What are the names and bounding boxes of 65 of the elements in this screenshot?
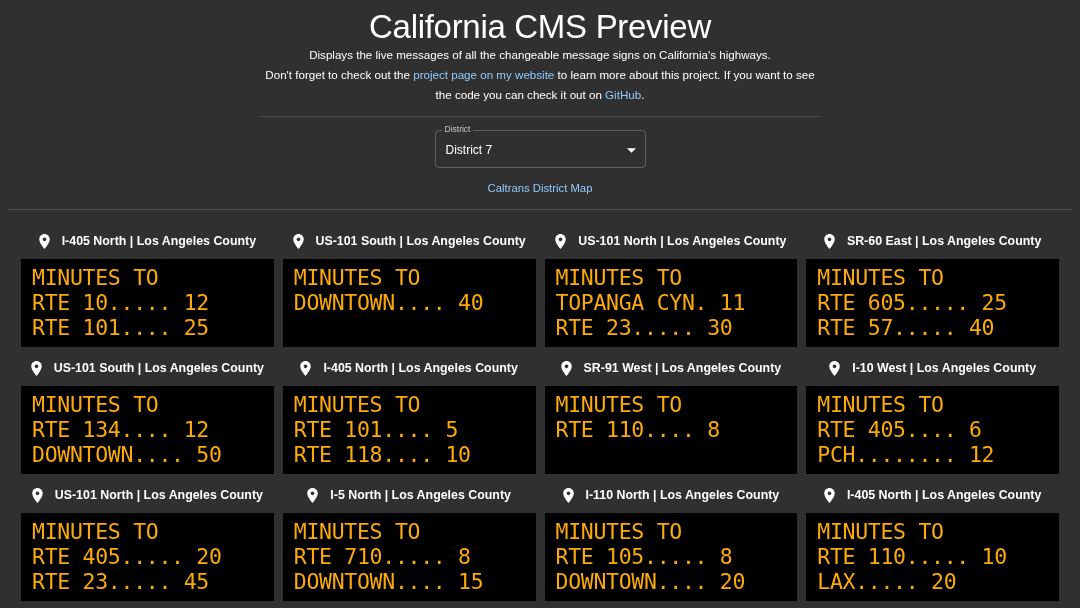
sign-location: I-405 North | Los Angeles County (846, 488, 1042, 502)
location-pin-icon (38, 233, 50, 249)
location-pin-icon (555, 233, 567, 249)
sign-text-line: RTE 57..... 40 (817, 315, 995, 340)
sign-location: I-405 North | Los Angeles County (323, 361, 518, 375)
sign-text-line: RTE 134.... 12 (32, 417, 210, 442)
description-text: Displays the live messages of all the changeable message signs on California's highways. (309, 47, 771, 63)
sign-text-line: RTE 118.... 10 (293, 442, 471, 467)
sign-location: I-10 West | Los Angeles County (852, 361, 1037, 375)
sign-text-line: RTE 110..... 10 (817, 544, 1007, 569)
sign-text-line: DOWNTOWN.... 40 (293, 290, 484, 315)
location-pin-icon (829, 360, 841, 376)
sign-text-line: PCH........ 12 (817, 442, 995, 467)
location-pin-icon (292, 233, 304, 249)
sign-text-line: LAX..... 20 (817, 569, 957, 594)
sign-text-line: RTE 110.... 8 (555, 417, 720, 442)
sign-text-line: MINUTES TO (555, 265, 682, 290)
location-pin-icon (823, 487, 835, 503)
sign-location: US-101 North | Los Angeles County (578, 234, 787, 248)
sign-text-line: RTE 605..... 25 (817, 290, 1007, 315)
select-label: District (441, 124, 474, 135)
sign-text-line: RTE 405.... 6 (817, 417, 982, 442)
sign-text-line: RTE 101.... 25 (32, 315, 210, 340)
sign-text-line: MINUTES TO (32, 265, 159, 290)
sign-text-line: MINUTES TO (32, 392, 159, 417)
sign-location: I-405 North | Los Angeles County (61, 234, 257, 248)
sign-text-line: RTE 23..... 45 (32, 569, 210, 594)
location-pin-icon (823, 233, 835, 249)
sign-location: SR-91 West | Los Angeles County (583, 361, 782, 375)
sign-text-line: MINUTES TO (817, 265, 944, 290)
sign-text-line: MINUTES TO (293, 392, 421, 417)
sign-location: US-101 South | Los Angeles County (315, 234, 526, 248)
sign-text-line: DOWNTOWN.... 20 (555, 569, 746, 594)
sign-text-line: MINUTES TO (555, 519, 682, 544)
location-pin-icon (307, 487, 319, 503)
caret-icon (626, 147, 636, 153)
district-map-link[interactable]: Caltrans District Map (487, 180, 593, 196)
sign-text-line: MINUTES TO (817, 519, 944, 544)
sign-text-line: RTE 405..... 20 (32, 544, 222, 569)
sign-text-line: RTE 710..... 8 (293, 544, 471, 569)
sign-text-line: TOPANGA CYN. 11 (555, 290, 746, 315)
inline-link[interactable]: project page on my website (413, 68, 555, 81)
sign-location: SR-60 East | Los Angeles County (846, 234, 1042, 248)
intro-text: Don't forget to check out the project page on my website to learn more about this project. If you want to see the code you can check it out on GitHub. (264, 67, 816, 103)
location-pin-icon (300, 360, 312, 376)
sign-location: US-101 North | Los Angeles County (54, 488, 263, 502)
sign-text-line: RTE 23..... 30 (555, 315, 733, 340)
location-pin-icon (30, 360, 42, 376)
sign-text-line: DOWNTOWN.... 15 (293, 569, 484, 594)
location-pin-icon (562, 487, 574, 503)
sign-text-line: MINUTES TO (817, 392, 944, 417)
sign-text-line: MINUTES TO (293, 519, 421, 544)
location-pin-icon (31, 487, 43, 503)
sign-text-line: RTE 10..... 12 (32, 290, 210, 315)
sign-text-line: MINUTES TO (32, 519, 159, 544)
sign-text-line: MINUTES TO (555, 392, 682, 417)
location-pin-icon (560, 360, 572, 376)
sign-text-line: RTE 101.... 5 (293, 417, 459, 442)
sign-location: US-101 South | Los Angeles County (53, 361, 264, 375)
sign-location: I-5 North | Los Angeles County (330, 488, 511, 502)
sign-text-line: RTE 105..... 8 (555, 544, 733, 569)
page-title: California CMS Preview (369, 8, 711, 45)
sign-text-line: MINUTES TO (293, 265, 421, 290)
sign-text-line: DOWNTOWN.... 50 (32, 442, 222, 467)
sign-location: I-110 North | Los Angeles County (585, 488, 780, 502)
